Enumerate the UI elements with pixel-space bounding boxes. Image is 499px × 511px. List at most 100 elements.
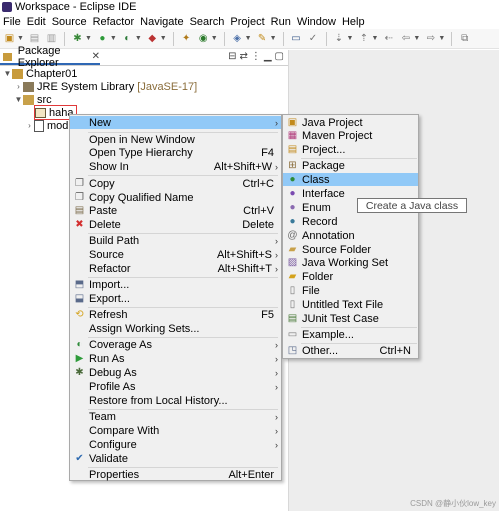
submenu-item-project[interactable]: ▤ Project... xyxy=(283,143,418,156)
chevron-down-icon[interactable]: ▼ xyxy=(110,35,117,42)
submenu-item-source-folder[interactable]: ▰ Source Folder xyxy=(283,243,418,256)
menu-item-delete[interactable]: ✖ Delete Delete xyxy=(70,218,281,231)
next-annotation-icon[interactable]: ⇣ xyxy=(333,33,346,45)
debug-icon[interactable]: ✱ xyxy=(71,33,84,45)
chevron-down-icon[interactable]: ▼ xyxy=(211,35,218,42)
open-type-icon[interactable]: ◈ xyxy=(231,33,244,45)
new-icon[interactable]: ▣ xyxy=(3,33,16,45)
new-class-icon[interactable]: ◉ xyxy=(197,33,210,45)
submenu-item-java-project[interactable]: ▣ Java Project xyxy=(283,116,418,129)
search-icon[interactable]: ✎ xyxy=(256,33,269,45)
menu-item-open-in-new-window[interactable]: Open in New Window xyxy=(70,133,281,146)
menu-item-show-in[interactable]: Show In Alt+Shift+W › xyxy=(70,160,281,173)
menu-refactor[interactable]: Refactor xyxy=(93,16,135,28)
save-icon[interactable]: ▤ xyxy=(28,33,41,45)
tree-item-project[interactable]: ▼ Chapter01 xyxy=(3,67,78,80)
menu-item-refactor[interactable]: Refactor Alt+Shift+T › xyxy=(70,262,281,275)
run-icon[interactable]: ● xyxy=(96,33,109,45)
external-tools-icon[interactable]: ◆ xyxy=(146,33,159,45)
toggle-mark-icon[interactable]: ✓ xyxy=(307,33,320,45)
close-icon[interactable]: ✕ xyxy=(92,51,100,62)
maximize-icon[interactable]: ▢ xyxy=(275,51,284,62)
menu-item-profile-as[interactable]: Profile As › xyxy=(70,380,281,393)
open-perspective-icon[interactable]: ⧉ xyxy=(458,33,471,45)
menu-item-run-as[interactable]: ▶ Run As › xyxy=(70,352,281,365)
menu-item-team[interactable]: Team › xyxy=(70,410,281,423)
submenu-item-file[interactable]: ▯ File xyxy=(283,284,418,297)
menu-item-new[interactable]: New › xyxy=(70,116,281,129)
menu-project[interactable]: Project xyxy=(230,16,264,28)
menu-item-validate[interactable]: ✔ Validate xyxy=(70,452,281,465)
tree-item-jre[interactable]: › JRE System Library [JavaSE-17] xyxy=(14,80,197,93)
terminal-icon[interactable]: ▭ xyxy=(290,33,303,45)
menu-item-source[interactable]: Source Alt+Shift+S › xyxy=(70,248,281,261)
chevron-down-icon[interactable]: ▼ xyxy=(160,35,167,42)
submenu-item-untitled-text-file[interactable]: ▯ Untitled Text File xyxy=(283,298,418,311)
menu-item-coverage-as[interactable]: ◐ Coverage As › xyxy=(70,338,281,351)
tree-item-module-info[interactable]: › modu xyxy=(25,119,75,132)
menu-item-copy[interactable]: ❐ Copy Ctrl+C xyxy=(70,177,281,190)
menu-item-import[interactable]: ⬒ Import... xyxy=(70,278,281,291)
chevron-down-icon[interactable]: ▼ xyxy=(245,35,252,42)
chevron-down-icon[interactable]: ▼ xyxy=(347,35,354,42)
back-icon[interactable]: ⇦ xyxy=(399,33,412,45)
menu-navigate[interactable]: Navigate xyxy=(140,16,183,28)
chevron-right-icon: › xyxy=(275,161,278,172)
chevron-down-icon[interactable]: ▼ xyxy=(135,35,142,42)
chevron-down-icon[interactable]: ▼ xyxy=(85,35,92,42)
menu-item-assign-working-sets[interactable]: Assign Working Sets... xyxy=(70,322,281,335)
submenu-item-annotation[interactable]: @ Annotation xyxy=(283,229,418,242)
chevron-right-icon[interactable]: › xyxy=(14,82,23,91)
menu-item-debug-as[interactable]: ✱ Debug As › xyxy=(70,366,281,379)
submenu-item-package[interactable]: ⊞ Package xyxy=(283,159,418,172)
menu-help[interactable]: Help xyxy=(342,16,365,28)
menu-item-properties[interactable]: Properties Alt+Enter xyxy=(70,468,281,481)
submenu-item-java-working-set[interactable]: ▨ Java Working Set xyxy=(283,256,418,269)
toolbar-divider xyxy=(223,31,225,46)
menu-item-paste[interactable]: ▤ Paste Ctrl+V xyxy=(70,204,281,217)
menu-window[interactable]: Window xyxy=(297,16,336,28)
menu-item-compare-with[interactable]: Compare With › xyxy=(70,424,281,437)
chevron-down-icon[interactable]: ▼ xyxy=(371,35,378,42)
submenu-item-example[interactable]: ▭ Example... xyxy=(283,328,418,341)
menu-item-configure[interactable]: Configure › xyxy=(70,438,281,451)
menu-item-refresh[interactable]: ⟲ Refresh F5 xyxy=(70,308,281,321)
new-java-package-icon[interactable]: ✦ xyxy=(180,33,193,45)
toolbar-divider xyxy=(451,31,453,46)
chevron-down-icon[interactable]: ▼ xyxy=(3,69,12,78)
chevron-down-icon[interactable]: ▼ xyxy=(14,95,23,104)
chevron-down-icon[interactable]: ▼ xyxy=(17,35,24,42)
menu-item-restore-from-local-history[interactable]: Restore from Local History... xyxy=(70,394,281,407)
submenu-item-junit-test-case[interactable]: ▤ JUnit Test Case xyxy=(283,312,418,325)
submenu-item-maven-project[interactable]: ▦ Maven Project xyxy=(283,129,418,142)
menu-file[interactable]: File xyxy=(3,16,21,28)
menu-run[interactable]: Run xyxy=(271,16,291,28)
menu-edit[interactable]: Edit xyxy=(27,16,46,28)
tab-package-explorer[interactable]: Package Explorer ✕ xyxy=(0,45,100,69)
chevron-down-icon[interactable]: ▼ xyxy=(270,35,277,42)
last-edit-icon[interactable]: ⇠ xyxy=(382,33,395,45)
collapse-all-icon[interactable]: ⊟ xyxy=(228,51,236,62)
minimize-icon[interactable]: ▁ xyxy=(264,51,272,62)
chevron-down-icon[interactable]: ▼ xyxy=(413,35,420,42)
prev-annotation-icon[interactable]: ⇡ xyxy=(357,33,370,45)
menu-item-label: Open in New Window xyxy=(89,133,195,146)
submenu-item-folder[interactable]: ▰ Folder xyxy=(283,270,418,283)
menu-item-open-type-hierarchy[interactable]: Open Type Hierarchy F4 xyxy=(70,146,281,159)
view-menu-icon[interactable]: ⋮ xyxy=(251,51,261,62)
chevron-right-icon[interactable]: › xyxy=(25,121,34,130)
menu-item-label: Enum xyxy=(302,201,331,214)
menu-source[interactable]: Source xyxy=(52,16,87,28)
menu-item-build-path[interactable]: Build Path › xyxy=(70,234,281,247)
menu-search[interactable]: Search xyxy=(190,16,225,28)
submenu-item-class[interactable]: ● Class xyxy=(283,173,418,186)
menu-item-export[interactable]: ⬓ Export... xyxy=(70,292,281,305)
coverage-icon[interactable]: ◐ xyxy=(121,33,134,45)
link-editor-icon[interactable]: ⇄ xyxy=(239,51,247,62)
submenu-item-record[interactable]: ● Record xyxy=(283,215,418,228)
save-all-icon[interactable]: ▥ xyxy=(45,33,58,45)
menu-item-copy-qualified-name[interactable]: ❐ Copy Qualified Name xyxy=(70,191,281,204)
submenu-item-other[interactable]: ◳ Other... Ctrl+N xyxy=(283,344,418,357)
forward-icon[interactable]: ⇨ xyxy=(424,33,437,45)
chevron-down-icon[interactable]: ▼ xyxy=(438,35,445,42)
